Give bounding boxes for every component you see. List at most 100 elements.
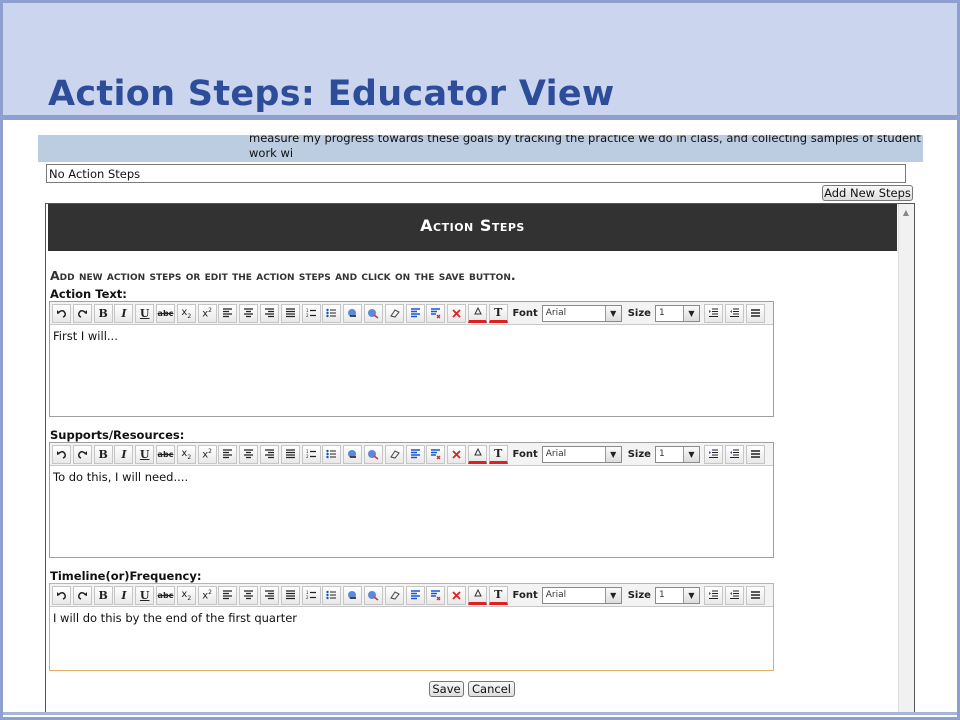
svg-text:2: 2	[306, 595, 309, 600]
unlink-icon[interactable]	[363, 444, 383, 464]
outdent-icon[interactable]	[724, 585, 744, 605]
justify-icon[interactable]	[280, 303, 300, 323]
indent-icon[interactable]	[703, 303, 723, 323]
font-select[interactable]: Arial ▼	[541, 304, 622, 322]
superscript-icon[interactable]: x2	[197, 585, 217, 605]
action-text-label: Action Text:	[50, 287, 127, 301]
highlight-color-icon[interactable]	[467, 585, 487, 605]
format-icon[interactable]	[405, 444, 425, 464]
italic-icon[interactable]: I	[114, 585, 134, 605]
delete-icon[interactable]	[447, 585, 467, 605]
redo-icon[interactable]	[72, 303, 92, 323]
unlink-icon[interactable]	[363, 585, 383, 605]
indent-icon[interactable]	[703, 585, 723, 605]
italic-icon[interactable]: I	[114, 444, 134, 464]
format-icon[interactable]	[405, 585, 425, 605]
action-text-editor: B I Uabc x2 x2 1 2 T Font Arial ▼ Size 1 ▼ First I wi…	[49, 301, 774, 417]
superscript-icon[interactable]: x2	[197, 303, 217, 323]
underline-icon[interactable]: U	[135, 585, 155, 605]
text-color-icon[interactable]: T	[488, 303, 508, 323]
goal-row: measure my progress towards these goals …	[38, 135, 923, 162]
align-right-icon[interactable]	[259, 303, 279, 323]
font-select[interactable]: Arial ▼	[541, 586, 622, 604]
subscript-icon[interactable]: x2	[176, 444, 196, 464]
unordered-list-icon[interactable]	[322, 444, 342, 464]
dialog-scrollbar[interactable]: ▲	[898, 204, 914, 714]
action-text-input[interactable]: First I will...	[50, 325, 773, 347]
strikethrough-icon[interactable]: abc	[155, 444, 175, 464]
underline-icon[interactable]: U	[135, 444, 155, 464]
superscript-icon[interactable]: x2	[197, 444, 217, 464]
align-center-icon[interactable]	[239, 585, 259, 605]
justify-icon[interactable]	[280, 585, 300, 605]
chevron-down-icon[interactable]: ▼	[682, 446, 699, 462]
eraser-icon[interactable]	[384, 444, 404, 464]
chevron-down-icon[interactable]: ▼	[682, 305, 699, 321]
text-color-icon[interactable]: T	[488, 585, 508, 605]
clear-format-icon[interactable]	[426, 585, 446, 605]
size-select[interactable]: 1 ▼	[654, 445, 700, 463]
justify-icon[interactable]	[280, 444, 300, 464]
redo-icon[interactable]	[72, 444, 92, 464]
font-select-value: Arial	[545, 308, 567, 318]
strikethrough-icon[interactable]: abc	[155, 303, 175, 323]
bold-icon[interactable]: B	[93, 303, 113, 323]
unordered-list-icon[interactable]	[322, 303, 342, 323]
outdent-icon[interactable]	[724, 444, 744, 464]
indent-icon[interactable]	[703, 444, 723, 464]
add-new-steps-button[interactable]: Add New Steps	[822, 185, 913, 201]
chevron-down-icon[interactable]: ▼	[604, 305, 621, 321]
bold-icon[interactable]: B	[93, 585, 113, 605]
align-left-icon[interactable]	[218, 444, 238, 464]
chevron-down-icon[interactable]: ▼	[682, 587, 699, 603]
bold-icon[interactable]: B	[93, 444, 113, 464]
size-select[interactable]: 1 ▼	[654, 304, 700, 322]
align-center-icon[interactable]	[239, 303, 259, 323]
unlink-icon[interactable]	[363, 303, 383, 323]
highlight-color-icon[interactable]	[467, 303, 487, 323]
link-icon[interactable]	[343, 585, 363, 605]
undo-icon[interactable]	[52, 444, 71, 464]
text-color-icon[interactable]: T	[488, 444, 508, 464]
highlight-color-icon[interactable]	[467, 444, 487, 464]
strikethrough-icon[interactable]: abc	[155, 585, 175, 605]
font-select[interactable]: Arial ▼	[541, 445, 622, 463]
align-right-icon[interactable]	[259, 585, 279, 605]
supports-resources-input[interactable]: To do this, I will need....	[50, 466, 773, 488]
chevron-down-icon[interactable]: ▼	[604, 446, 621, 462]
undo-icon[interactable]	[52, 303, 71, 323]
format-icon[interactable]	[405, 303, 425, 323]
subscript-icon[interactable]: x2	[176, 303, 196, 323]
cancel-button[interactable]: Cancel	[468, 681, 515, 697]
delete-icon[interactable]	[447, 444, 467, 464]
unordered-list-icon[interactable]	[322, 585, 342, 605]
horizontal-rule-icon[interactable]	[745, 444, 765, 464]
clear-format-icon[interactable]	[426, 444, 446, 464]
clear-format-icon[interactable]	[426, 303, 446, 323]
horizontal-rule-icon[interactable]	[745, 303, 765, 323]
timeline-frequency-input[interactable]: I will do this by the end of the first q…	[50, 607, 773, 629]
ordered-list-icon[interactable]: 12	[301, 444, 321, 464]
delete-icon[interactable]	[447, 303, 467, 323]
underline-icon[interactable]: U	[135, 303, 155, 323]
align-left-icon[interactable]	[218, 303, 238, 323]
align-center-icon[interactable]	[239, 444, 259, 464]
italic-icon[interactable]: I	[114, 303, 134, 323]
eraser-icon[interactable]	[384, 303, 404, 323]
ordered-list-icon[interactable]: 12	[301, 303, 321, 323]
chevron-down-icon[interactable]: ▼	[604, 587, 621, 603]
link-icon[interactable]	[343, 444, 363, 464]
outdent-icon[interactable]	[724, 303, 744, 323]
align-right-icon[interactable]	[259, 444, 279, 464]
eraser-icon[interactable]	[384, 585, 404, 605]
size-select[interactable]: 1 ▼	[654, 586, 700, 604]
redo-icon[interactable]	[72, 585, 92, 605]
save-button[interactable]: Save	[429, 681, 464, 697]
scroll-up-icon[interactable]: ▲	[898, 206, 914, 220]
horizontal-rule-icon[interactable]	[745, 585, 765, 605]
ordered-list-icon[interactable]: 12	[301, 585, 321, 605]
subscript-icon[interactable]: x2	[176, 585, 196, 605]
align-left-icon[interactable]	[218, 585, 238, 605]
link-icon[interactable]	[343, 303, 363, 323]
undo-icon[interactable]	[52, 585, 71, 605]
